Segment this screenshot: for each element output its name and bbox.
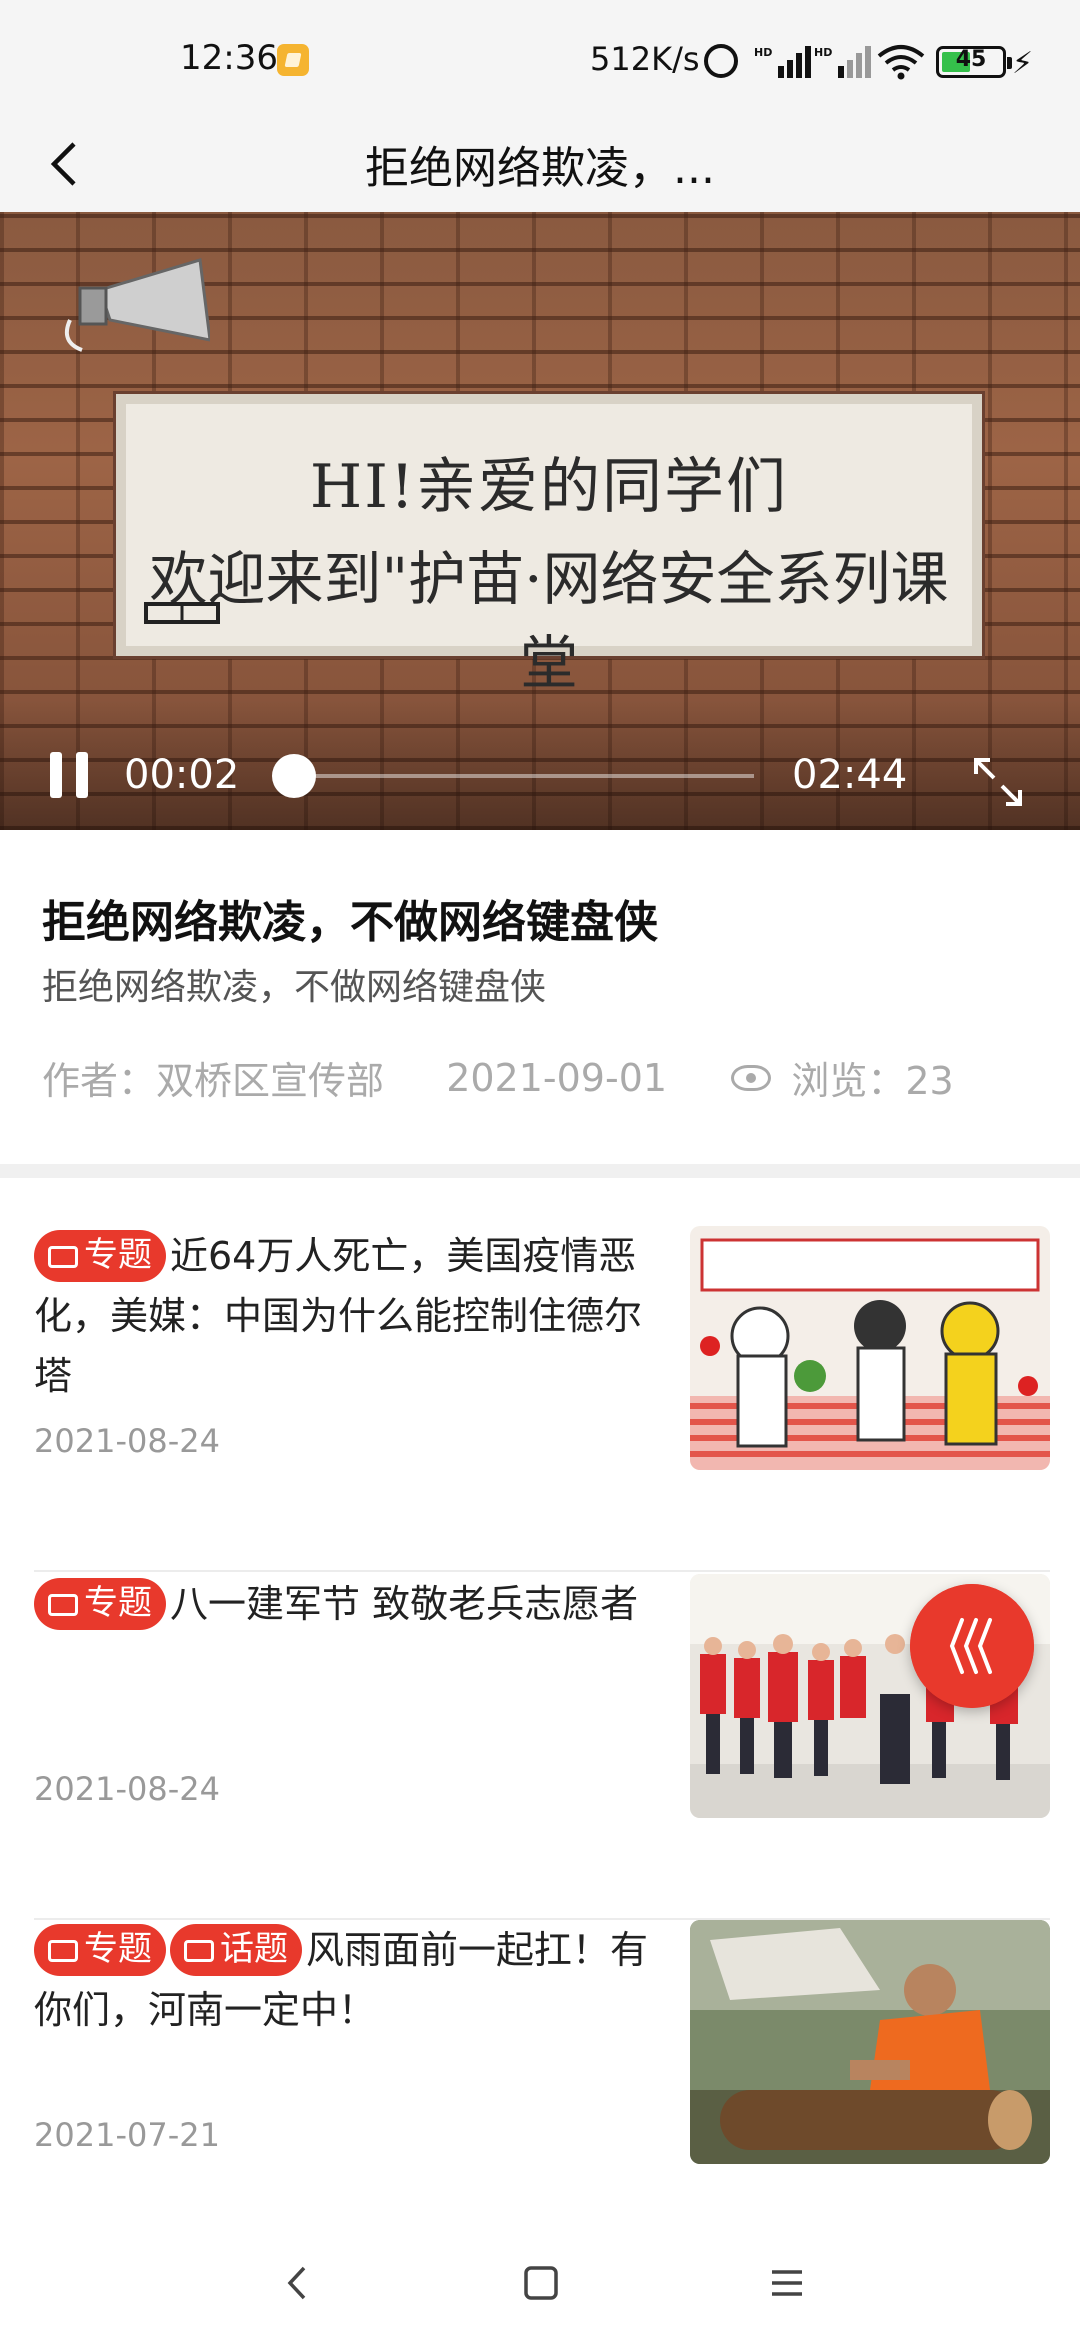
article-subtitle: 拒绝网络欺凌，不做网络键盘侠 (42, 967, 547, 1008)
article-title: 拒绝网络欺凌，不做网络键盘侠 (42, 897, 658, 948)
nav-home-icon[interactable] (516, 2258, 566, 2308)
net-speed: 512K/s (590, 40, 700, 78)
page-title: 拒绝网络欺凌，... (365, 143, 715, 194)
tag-topic: 专题 (34, 1924, 166, 1976)
svg-text:HD: HD (754, 46, 772, 59)
notification-icon (277, 44, 309, 76)
title-bar: 拒绝网络欺凌，... (0, 122, 1080, 212)
wifi-icon (877, 45, 925, 80)
battery-icon: 45 (936, 46, 1012, 78)
list-item-thumbnail (690, 1226, 1050, 1470)
status-time: 12:36 (180, 38, 278, 78)
list-item-date: 2021-08-24 (34, 1422, 220, 1460)
list-item-date: 2021-07-21 (34, 2116, 220, 2154)
video-player[interactable]: HI!亲爱的同学们 欢迎来到"护苗·网络安全系列课堂 00:02 02:44 (0, 212, 1080, 830)
video-board: HI!亲爱的同学们 欢迎来到"护苗·网络安全系列课堂 (116, 394, 982, 697)
signal-hd-icon: HD (754, 46, 811, 78)
fullscreen-icon[interactable] (968, 752, 1028, 812)
list-item-title: 专题 话题 风雨面前一起扛！有你们，河南一定中！ (34, 1920, 674, 2040)
signal-hd-icon-2: HD (814, 46, 871, 78)
current-time: 00:02 (124, 752, 240, 798)
article-date: 2021-09-01 (446, 1055, 668, 1100)
tag-icon (48, 1246, 78, 1268)
tag-icon (48, 1594, 78, 1616)
list-item[interactable]: 专题 近64万人死亡，美国疫情恶化，美媒：中国为什么能控制住德尔塔 2021-08… (34, 1226, 1050, 1572)
tag-discussion: 话题 (170, 1924, 302, 1976)
floating-action-button[interactable] (910, 1584, 1034, 1708)
alarm-icon (704, 44, 738, 78)
list-item-title: 专题 八一建军节 致敬老兵志愿者 (34, 1574, 674, 1634)
list-item[interactable]: 专题 话题 风雨面前一起扛！有你们，河南一定中！ 2021-07-21 (34, 1920, 1050, 2266)
back-arrow-icon[interactable] (40, 134, 100, 194)
article-meta: 作者：双桥区宣传部 2021-09-01 浏览：23 (42, 1050, 954, 1105)
status-bar: 12:36 512K/s HD HD 45 ⚡ (0, 0, 1080, 122)
list-item[interactable]: 专题 八一建军节 致敬老兵志愿者 2021-08-24 (34, 1574, 1050, 1920)
list-item-title: 专题 近64万人死亡，美国疫情恶化，美媒：中国为什么能控制住德尔塔 (34, 1226, 674, 1406)
megaphone-icon (65, 258, 210, 352)
video-controls: 00:02 02:44 (0, 700, 1080, 830)
tag-topic: 专题 (34, 1230, 166, 1282)
list-item-thumbnail (690, 1920, 1050, 2164)
section-divider (0, 1164, 1080, 1178)
board-text-2: 欢迎来到"护苗·网络安全系列课堂 (149, 545, 949, 697)
chat-icon (184, 1940, 214, 1962)
board-text-1: HI!亲爱的同学们 (309, 452, 789, 522)
system-nav-bar (0, 2222, 1080, 2340)
list-item-date: 2021-08-24 (34, 1770, 220, 1808)
article-views: 浏览：23 (791, 1059, 954, 1103)
progress-thumb[interactable] (272, 754, 316, 798)
duration: 02:44 (792, 752, 908, 798)
article-author: 作者：双桥区宣传部 (42, 1059, 385, 1103)
tag-icon (48, 1940, 78, 1962)
svg-text:HD: HD (814, 46, 832, 59)
pause-icon[interactable] (48, 752, 90, 798)
nav-back-icon[interactable] (272, 2258, 322, 2308)
progress-track[interactable] (294, 774, 754, 778)
eye-icon (731, 1064, 772, 1091)
charging-icon: ⚡ (1012, 46, 1034, 81)
book-logo-icon (144, 602, 220, 624)
tag-topic: 专题 (34, 1578, 166, 1630)
nav-menu-icon[interactable] (762, 2258, 812, 2308)
